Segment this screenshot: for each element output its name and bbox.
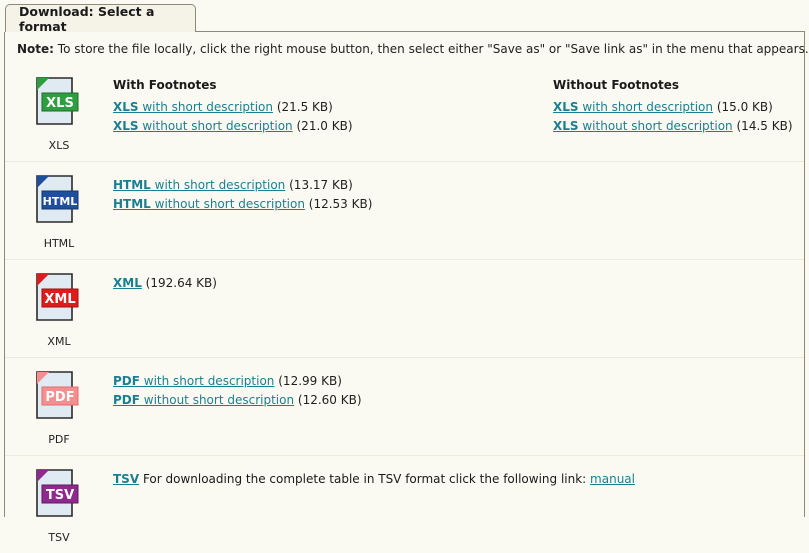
tsv-links-cell: TSV For downloading the complete table i… — [113, 465, 809, 489]
link-format-label: XML — [113, 276, 142, 290]
list-item: TSV For downloading the complete table i… — [113, 470, 809, 489]
tsv-manual-link[interactable]: manual — [590, 472, 635, 486]
list-item: HTML without short description (12.53 KB… — [113, 195, 553, 214]
xls-links-cell: With Footnotes XLS with short descriptio… — [113, 73, 804, 136]
xml-icon-caption: XML — [47, 335, 71, 348]
list-item: HTML with short description (13.17 KB) — [113, 176, 553, 195]
svg-text:XML: XML — [44, 292, 75, 307]
note-text: Note: To store the file locally, click t… — [5, 32, 809, 64]
xls-icon-cell: XLS XLS — [5, 73, 113, 152]
format-rows: XLS XLS With Footnotes XLS with short de… — [5, 64, 804, 553]
xml-download-link[interactable]: XML — [113, 276, 142, 290]
format-row-tsv: TSV TSV TSV For downloading the complete… — [5, 455, 804, 553]
link-description: with short description — [578, 100, 714, 114]
format-row-pdf: PDF PDF PDF with short description (12.9… — [5, 357, 804, 455]
list-item: XLS with short description (21.5 KB) — [113, 98, 553, 117]
pdf-icon-caption: PDF — [48, 433, 70, 446]
svg-text:PDF: PDF — [45, 390, 74, 405]
download-panel: Note: To store the file locally, click t… — [4, 32, 809, 544]
format-row-xls: XLS XLS With Footnotes XLS with short de… — [5, 64, 804, 161]
link-description: without short description — [138, 119, 293, 133]
tsv-download-link[interactable]: TSV — [113, 472, 139, 486]
list-item: XLS without short description (21.0 KB) — [113, 117, 553, 136]
xml-links-cell: XML (192.64 KB) — [113, 269, 804, 293]
xls-icon-caption: XLS — [48, 139, 70, 152]
html-icon-caption: HTML — [43, 237, 75, 250]
file-size: (15.0 KB) — [716, 100, 773, 114]
file-size: (12.99 KB) — [278, 374, 342, 388]
html-links-column: HTML with short description (13.17 KB) H… — [113, 176, 553, 214]
link-description: with short description — [138, 100, 274, 114]
link-format-label: PDF — [113, 393, 140, 407]
svg-text:HTML: HTML — [43, 195, 78, 208]
xls-with-footnotes-column: With Footnotes XLS with short descriptio… — [113, 78, 553, 136]
list-item: PDF with short description (12.99 KB) — [113, 372, 553, 391]
html-icon-cell: HTML HTML — [5, 171, 113, 250]
file-size: (21.5 KB) — [276, 100, 333, 114]
tab-download-select-format[interactable]: Download: Select a format — [5, 3, 196, 34]
note-body: To store the file locally, click the rig… — [53, 42, 809, 56]
link-format-label: XLS — [113, 100, 139, 114]
link-format-label: XLS — [553, 100, 579, 114]
xls-nofootnotes-with-description-link[interactable]: XLS with short description — [553, 100, 713, 114]
link-description: with short description — [150, 178, 286, 192]
xls-nofootnotes-without-description-link[interactable]: XLS without short description — [553, 119, 733, 133]
tsv-links-column: TSV For downloading the complete table i… — [113, 470, 809, 489]
pdf-icon-cell: PDF PDF — [5, 367, 113, 446]
file-size: (14.5 KB) — [736, 119, 793, 133]
file-size: (12.53 KB) — [308, 197, 373, 211]
list-item: XLS without short description (14.5 KB) — [553, 117, 798, 136]
format-row-xml: XML XML XML (192.64 KB) — [5, 259, 804, 357]
link-format-label: HTML — [113, 178, 151, 192]
file-size: (21.0 KB) — [296, 119, 353, 133]
xls-with-description-link[interactable]: XLS with short description — [113, 100, 273, 114]
format-row-html: HTML HTML HTML with short description (1… — [5, 161, 804, 259]
without-footnotes-heading: Without Footnotes — [553, 78, 680, 92]
html-file-icon: HTML — [36, 175, 79, 223]
list-item: PDF without short description (12.60 KB) — [113, 391, 553, 410]
xml-icon-cell: XML XML — [5, 269, 113, 348]
link-description: without short description — [578, 119, 733, 133]
link-format-label: XLS — [113, 119, 139, 133]
pdf-without-description-link[interactable]: PDF without short description — [113, 393, 294, 407]
xls-file-icon: XLS — [36, 77, 79, 125]
html-without-description-link[interactable]: HTML without short description — [113, 197, 305, 211]
file-size: (12.60 KB) — [297, 393, 362, 407]
xml-file-icon: XML — [36, 273, 79, 321]
tab-label: Download: Select a format — [19, 3, 155, 34]
link-description: without short description — [150, 197, 305, 211]
pdf-links-cell: PDF with short description (12.99 KB) PD… — [113, 367, 804, 410]
pdf-file-icon: PDF — [36, 371, 79, 419]
link-format-label: PDF — [113, 374, 140, 388]
link-format-label: HTML — [113, 197, 151, 211]
link-format-label: XLS — [553, 119, 579, 133]
link-description: without short description — [139, 393, 295, 407]
svg-text:XLS: XLS — [46, 96, 74, 111]
tsv-icon-cell: TSV TSV — [5, 465, 113, 544]
file-size: (192.64 KB) — [145, 276, 217, 290]
pdf-links-column: PDF with short description (12.99 KB) PD… — [113, 372, 553, 410]
tsv-file-icon: TSV — [36, 469, 79, 517]
tsv-description: For downloading the complete table in TS… — [139, 472, 591, 486]
pdf-with-description-link[interactable]: PDF with short description — [113, 374, 274, 388]
link-format-label: TSV — [113, 472, 140, 486]
file-size: (13.17 KB) — [289, 178, 353, 192]
list-item: XML (192.64 KB) — [113, 274, 553, 293]
note-label: Note: — [17, 42, 54, 56]
html-with-description-link[interactable]: HTML with short description — [113, 178, 285, 192]
link-description: with short description — [139, 374, 275, 388]
tab-strip: Download: Select a format — [0, 0, 809, 34]
svg-text:TSV: TSV — [46, 488, 74, 503]
xls-without-footnotes-column: Without Footnotes XLS with short descrip… — [553, 78, 798, 136]
tsv-icon-caption: TSV — [48, 531, 70, 544]
xml-links-column: XML (192.64 KB) — [113, 274, 553, 293]
list-item: XLS with short description (15.0 KB) — [553, 98, 798, 117]
html-links-cell: HTML with short description (13.17 KB) H… — [113, 171, 804, 214]
xls-without-description-link[interactable]: XLS without short description — [113, 119, 293, 133]
with-footnotes-heading: With Footnotes — [113, 78, 217, 92]
